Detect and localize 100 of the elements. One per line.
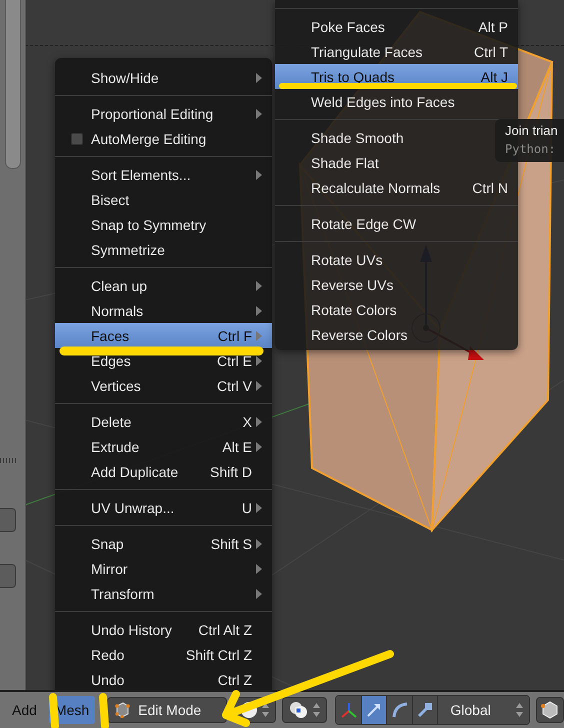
shortcut-text: Ctrl Z — [218, 672, 252, 688]
menu-item[interactable]: Proportional Editing — [55, 101, 272, 126]
curve-icon — [390, 701, 409, 719]
shortcut-text: U — [242, 500, 252, 516]
menu-item[interactable]: Add Duplicate Shift D — [55, 459, 272, 484]
up-down-arrows-icon — [516, 702, 523, 718]
menu-item-label: Shade Flat — [311, 154, 380, 170]
menu-item[interactable]: Poke Faces Alt P — [275, 14, 518, 39]
up-down-arrows-icon — [262, 702, 270, 718]
menu-item-label: Undo — [91, 672, 126, 688]
menu-item[interactable]: Bisect — [55, 187, 272, 212]
scrollbar[interactable] — [5, 0, 21, 169]
menu-item[interactable]: Vertices Ctrl V — [55, 373, 272, 398]
menu-item-label: Weld Edges into Faces — [311, 94, 456, 110]
menu-item-label: Delete — [91, 414, 132, 430]
menu-item-label: Add Duplicate — [91, 464, 180, 480]
menu-item[interactable]: Delete X — [55, 409, 272, 434]
checkbox[interactable] — [71, 133, 83, 145]
menu-item-label: Triangulate Faces — [311, 44, 424, 60]
menu-item-label: AutoMerge Editing — [91, 130, 208, 146]
menu-item[interactable]: Snap Shift S — [55, 531, 272, 556]
menu-item[interactable]: Mirror — [55, 556, 272, 581]
shortcut-text: Alt E — [222, 438, 252, 454]
menu-item-label: Poke Faces — [311, 18, 386, 34]
menu-item[interactable]: Weld Edges into Faces — [275, 89, 518, 114]
menu-item-label: Bisect — [91, 192, 130, 208]
shortcut-text: Ctrl N — [472, 180, 508, 196]
menu-item-label: Reverse UVs — [311, 276, 394, 292]
box-icon — [541, 701, 559, 719]
shortcut-text: X — [242, 414, 252, 430]
menu-item[interactable]: Faces Ctrl F — [55, 323, 272, 348]
menu-item[interactable]: Sort Elements... — [55, 162, 272, 187]
menu-item[interactable]: Reverse UVs — [275, 272, 518, 297]
menu-item[interactable]: Undo History Ctrl Alt Z — [55, 617, 272, 642]
menu-item-label: Tris to Quads — [311, 68, 396, 84]
pivot-icon — [289, 701, 310, 719]
axes-icon — [340, 701, 358, 719]
shortcut-text: Alt J — [480, 68, 508, 84]
menu-item-label: Reverse Colors — [311, 326, 408, 342]
mode-dropdown[interactable]: Edit Mode — [107, 697, 228, 723]
shortcut-text: Ctrl F — [218, 328, 252, 344]
menu-item[interactable]: Show/Hide — [55, 65, 272, 90]
menu-item[interactable]: Triangulate Faces Ctrl T — [275, 39, 518, 64]
orientation-dropdown[interactable]: Global — [438, 696, 529, 724]
menu-item[interactable]: Reverse Colors — [275, 322, 518, 347]
manipulator-toggle[interactable] — [387, 696, 413, 724]
menu-item-label: Clean up — [91, 278, 148, 294]
menu-item-label: Transform — [91, 586, 156, 602]
menu-item[interactable]: Snap to Symmetry — [55, 212, 272, 237]
menu-item[interactable]: AutoMerge Editing — [55, 126, 272, 151]
up-down-arrows-icon — [313, 702, 320, 718]
menu-item-label: Recalculate Normals — [311, 180, 442, 196]
menu-item-label: Normals — [91, 302, 144, 318]
shortcut-text: Shift D — [210, 464, 252, 480]
menu-item-label: Redo — [91, 646, 126, 662]
menu-item-label: Faces — [91, 328, 130, 344]
menu-item-label: Extrude — [91, 438, 140, 454]
menu-item[interactable]: Transform — [55, 581, 272, 606]
shortcut-text: Ctrl E — [217, 352, 252, 368]
menu-item-label: Undo History — [91, 622, 173, 638]
menu-item[interactable]: UV Unwrap... U — [55, 495, 272, 520]
menu-item[interactable]: Normals — [55, 298, 272, 323]
tooltip-title: Join trian — [505, 122, 559, 140]
menu-item-label: Show/Hide — [91, 70, 160, 86]
manipulator-toggle[interactable] — [362, 696, 388, 724]
shortcut-text: Alt P — [478, 18, 508, 34]
menu-item-label: Sort Elements... — [91, 166, 192, 182]
menu-item[interactable]: Redo Shift Ctrl Z — [55, 642, 272, 667]
shortcut-text: Ctrl V — [217, 378, 252, 394]
shortcut-text: Ctrl Alt Z — [198, 622, 252, 638]
menu-item[interactable]: Rotate UVs — [275, 247, 518, 272]
menu-item-label: Rotate Edge CW — [311, 216, 418, 232]
menu-item-label: Snap — [91, 536, 125, 552]
scale-icon — [416, 701, 434, 719]
menu-item-label: Rotate Colors — [311, 302, 398, 318]
menu-item[interactable]: Recalculate Normals Ctrl N — [275, 175, 518, 200]
menu-item[interactable]: Undo Ctrl Z — [55, 667, 272, 690]
highlight-mark — [49, 693, 59, 728]
menu-item-label: Vertices — [91, 378, 142, 394]
menu-item-label: Symmetrize — [91, 242, 166, 258]
menu-item-label: Mirror — [91, 560, 129, 576]
shortcut-text: Shift Ctrl Z — [186, 646, 252, 662]
menu-button[interactable]: Add — [6, 696, 43, 724]
tooltip-python-text: Python: — [505, 141, 557, 158]
shortcut-text: Shift S — [210, 536, 252, 552]
menu-item[interactable]: Edges Ctrl E — [55, 348, 272, 373]
highlight-mark — [99, 693, 109, 728]
menu-item[interactable]: Clean up — [55, 273, 272, 298]
menu-item[interactable]: Symmetrize — [55, 237, 272, 262]
menu-item-label: Rotate UVs — [311, 252, 384, 268]
menu-item-label: UV Unwrap... — [91, 500, 176, 516]
manipulator-toggle[interactable] — [412, 696, 438, 724]
menu-item[interactable]: Extrude Alt E — [55, 434, 272, 459]
pivot-dropdown[interactable] — [282, 697, 328, 723]
menu-item-label: Snap to Symmetry — [91, 216, 208, 232]
object-button[interactable] — [536, 697, 564, 723]
shortcut-text: Ctrl T — [474, 44, 508, 60]
menu-item[interactable]: Rotate Edge CW — [275, 211, 518, 236]
manipulator-toggle[interactable] — [336, 696, 362, 724]
menu-item[interactable]: Rotate Colors — [275, 297, 518, 322]
